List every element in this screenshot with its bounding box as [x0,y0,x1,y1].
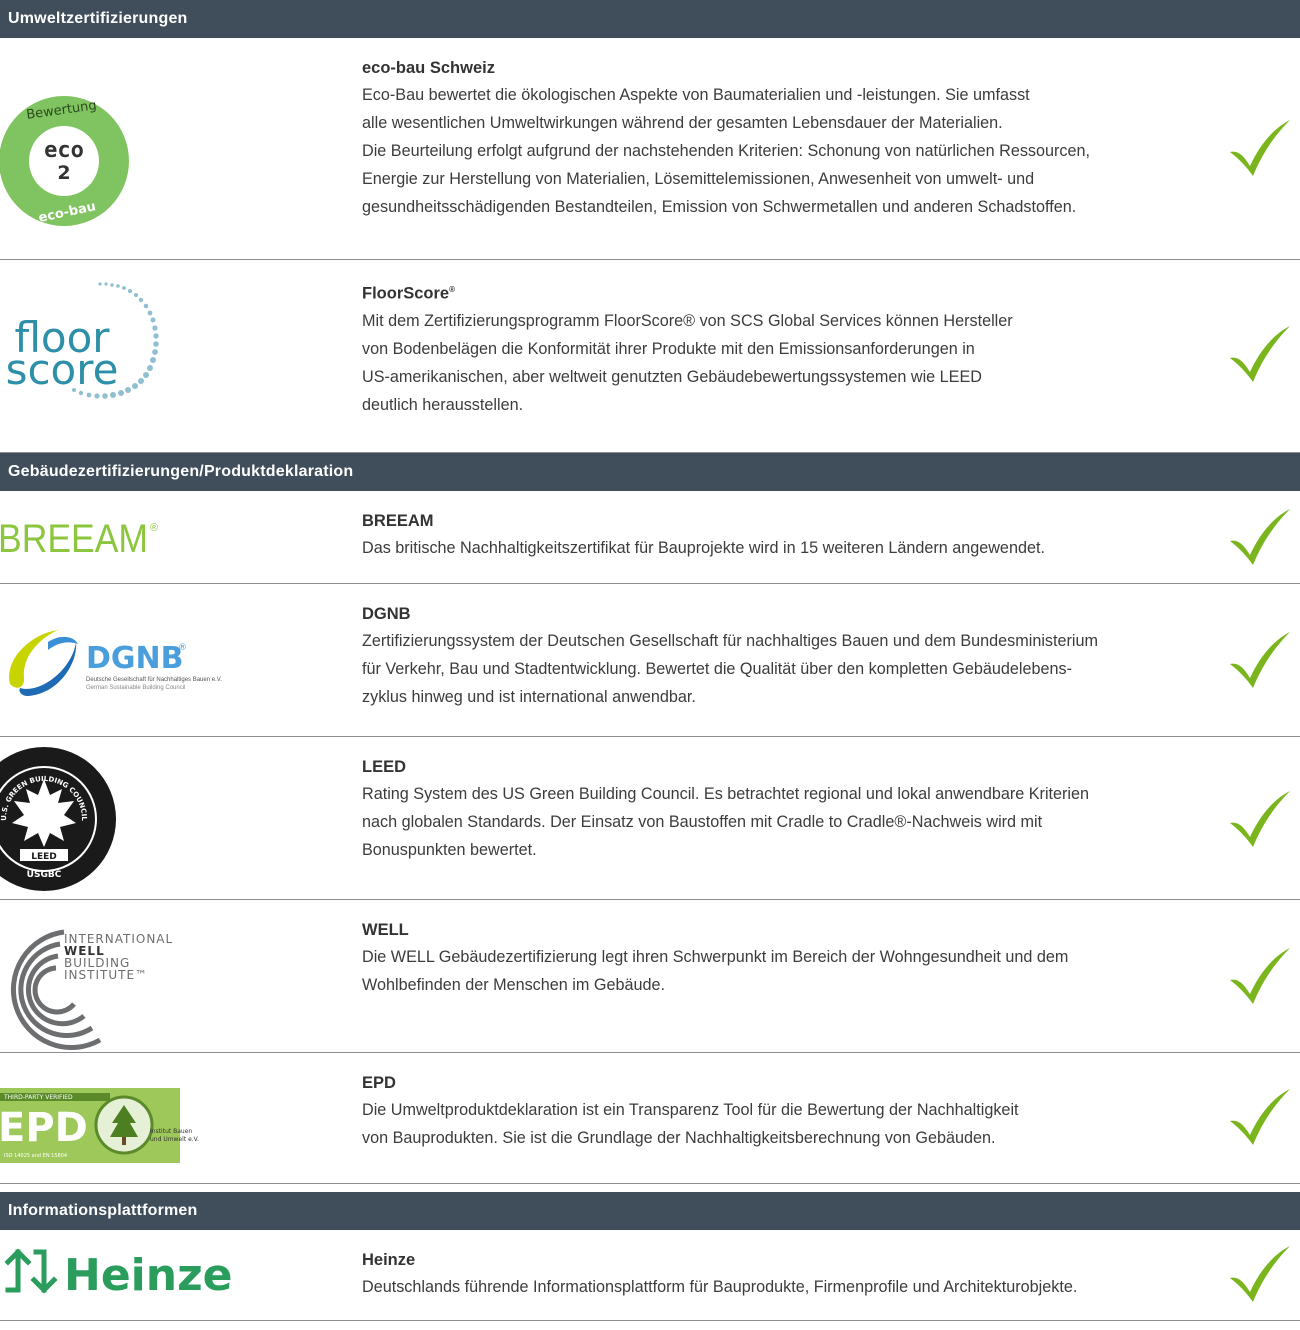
floorscore-logo: floor score [0,260,340,452]
checkmark-icon [1230,509,1290,565]
svg-text:score: score [6,345,119,394]
svg-text:ISO 14025 and EN 15804: ISO 14025 and EN 15804 [4,1153,67,1159]
table-row: floor score FloorScore® Mit dem Zertifiz… [0,260,1300,453]
description-line: Mit dem Zertifizierungsprogramm FloorSco… [362,311,1013,330]
item-title: FloorScore® [362,284,456,303]
leed-logo: LEED USGBC U.S. GREEN BUILDING COUNCIL [0,737,340,899]
svg-text:USGBC: USGBC [27,870,62,880]
checkmark-icon [1230,948,1290,1004]
table-row: Heinze Heinze Deutschlands führende Info… [0,1230,1300,1321]
table-row: eco 2 Bewertung eco-bau eco-bau Schweiz … [0,38,1300,260]
svg-text:®: ® [178,643,187,653]
checkmark-icon [1230,632,1290,688]
description-line: Bonuspunkten bewertet. [362,841,537,859]
svg-text:INSTITUTE™: INSTITUTE™ [64,968,148,982]
description-line: deutlich herausstellen. [362,395,524,414]
item-content: BREEAM Das britische Nachhaltigkeitszert… [362,509,1222,562]
well-logo: INTERNATIONAL WELL BUILDING INSTITUTE™ [0,900,340,1052]
checkmark-icon [1230,1089,1290,1145]
description-line: US-amerikanischen, aber weltweit genutzt… [362,367,982,386]
svg-text:Deutsche Gesellschaft für Nach: Deutsche Gesellschaft für Nachhaltiges B… [86,677,222,683]
item-title: EPD [362,1074,396,1092]
item-content: eco-bau Schweiz Eco-Bau bewertet die öko… [362,56,1222,221]
description-line: zyklus hinweg und ist international anwe… [362,688,696,706]
description-line: Wohlbefinden der Menschen im Gebäude. [362,976,665,994]
svg-text:Institut Bauen: Institut Bauen [150,1128,192,1135]
description-line: Die WELL Gebäudezertifizierung legt ihre… [362,948,1069,966]
svg-text:®: ® [150,522,158,534]
svg-text:BREEAM: BREEAM [0,517,148,561]
checkmark-icon [1230,120,1290,176]
svg-text:und Umwelt e.V.: und Umwelt e.V. [150,1136,199,1143]
table-row: BREEAM ® BREEAM Das britische Nachhaltig… [0,491,1300,584]
description-line: Deutschlands führende Informationsplattf… [362,1278,1078,1296]
table-row: THIRD-PARTY VERIFIED EPD Institut Bauen … [0,1053,1300,1184]
svg-text:eco: eco [44,138,84,163]
description-line: Die Umweltproduktdeklaration ist ein Tra… [362,1101,1019,1119]
table-row: LEED USGBC U.S. GREEN BUILDING COUNCIL L… [0,737,1300,900]
description-line: Rating System des US Green Building Coun… [362,785,1090,803]
breeam-logo: BREEAM ® [0,491,340,583]
table-row: DGNB ® Deutsche Gesellschaft für Nachhal… [0,584,1300,737]
description-line: Die Beurteilung erfolgt aufgrund der nac… [362,142,1091,160]
item-title: WELL [362,921,409,939]
certifications-table: Umweltzertifizierungen eco 2 Bewertung e… [0,0,1300,1330]
item-content: Heinze Deutschlands führende Information… [362,1248,1222,1301]
item-content: LEED Rating System des US Green Building… [362,755,1222,864]
item-content: FloorScore® Mit dem Zertifizierungsprogr… [362,278,1222,419]
item-content: EPD Die Umweltproduktdeklaration ist ein… [362,1071,1222,1152]
description-line: gesundheitsschädigenden Bestandteilen, E… [362,198,1077,216]
description-line: Das britische Nachhaltigkeitszertifikat … [362,539,1045,557]
item-content: DGNB Zertifizierungssystem der Deutschen… [362,602,1222,711]
checkmark-icon [1230,326,1290,382]
item-title: BREEAM [362,512,434,530]
description-line: Zertifizierungssystem der Deutschen Gese… [362,632,1098,650]
description-line: für Verkehr, Bau und Stadtentwicklung. B… [362,660,1072,678]
item-title: DGNB [362,605,411,623]
svg-text:LEED: LEED [31,852,57,862]
table-row: INTERNATIONAL WELL BUILDING INSTITUTE™ W… [0,900,1300,1053]
section-header-building: Gebäudezertifizierungen/Produktdeklarati… [0,453,1300,491]
description-line: nach globalen Standards. Der Einsatz von… [362,813,1043,831]
svg-text:THIRD-PARTY VERIFIED: THIRD-PARTY VERIFIED [3,1094,73,1101]
svg-text:EPD: EPD [0,1105,88,1151]
item-title: Heinze [362,1251,416,1269]
svg-text:2: 2 [57,162,70,184]
checkmark-icon [1230,791,1290,847]
item-title: LEED [362,758,407,776]
svg-text:German Sustainable Building Co: German Sustainable Building Council [86,685,185,691]
item-title: eco-bau Schweiz [362,59,495,77]
epd-logo: THIRD-PARTY VERIFIED EPD Institut Bauen … [0,1053,340,1183]
svg-text:DGNB: DGNB [86,641,184,676]
section-header-environment: Umweltzertifizierungen [0,0,1300,38]
description-line: von Bauprodukten. Sie ist die Grundlage … [362,1129,996,1147]
heinze-logo: Heinze [0,1230,340,1320]
description-line: Energie zur Herstellung von Materialien,… [362,170,1035,188]
eco-bau-logo: eco 2 Bewertung eco-bau [0,38,340,259]
item-content: WELL Die WELL Gebäudezertifizierung legt… [362,918,1222,999]
description-line: von Bodenbelägen die Konformität ihrer P… [362,339,975,358]
description-line: Eco-Bau bewertet die ökologischen Aspekt… [362,86,1030,104]
dgnb-logo: DGNB ® Deutsche Gesellschaft für Nachhal… [0,584,340,736]
svg-text:Heinze: Heinze [64,1250,233,1301]
checkmark-icon [1230,1246,1290,1302]
description-line: alle wesentlichen Umweltwirkungen währen… [362,114,1003,132]
section-header-platforms: Informationsplattformen [0,1192,1300,1230]
